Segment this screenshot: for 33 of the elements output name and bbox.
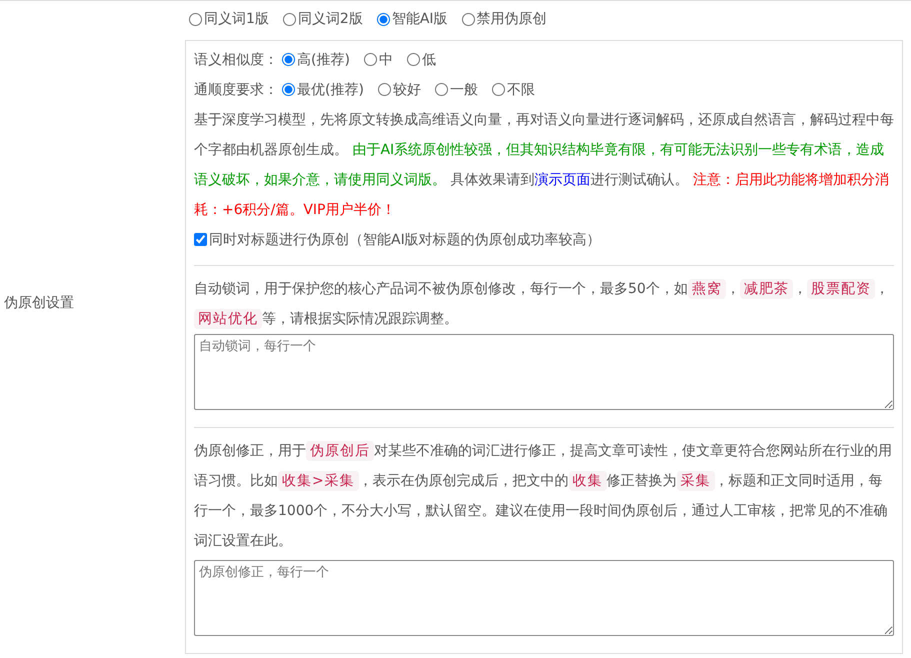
- checkbox-label[interactable]: 同时对标题进行伪原创（智能AI版对标题的伪原创成功率较高）: [209, 224, 601, 254]
- radio-button[interactable]: [189, 12, 202, 26]
- ai-description: 基于深度学习模型，先将原文转换成高维语义向量，再对语义向量进行逐词解码，还原成自然语言，解码过程中每个字都由机器原创生成。 由于AI系统原创性较强，但其知识结构毕竟有限，有可能无法识别一些专有术语，造成语义破坏，如果介意，请使用同义词版。 具体效果请到演示页面进行测试确认。 注意：启用此功能将增加积分消耗：+6积分/篇。VIP用户半价！: [194, 110, 894, 220]
- lock-words-description: 自动锁词，用于保护您的核心产品词不被伪原创修改，每行一个，最多50个，如 燕窝 ， 减肥茶 ， 股票配资 ， 网站优化 等，请根据实际情况跟踪调整。: [194, 278, 890, 330]
- section-label: 伪原创设置: [3, 294, 74, 313]
- radio-button[interactable]: [462, 12, 475, 26]
- option-label[interactable]: 中: [378, 44, 393, 74]
- radio-button[interactable]: [282, 53, 295, 66]
- demo-page-link[interactable]: 演示页面: [534, 172, 590, 188]
- option-label[interactable]: 智能AI版: [392, 9, 448, 29]
- option-label[interactable]: 不限: [506, 74, 535, 104]
- radio-button[interactable]: [406, 53, 420, 66]
- title-checkbox[interactable]: [194, 233, 207, 246]
- option-label[interactable]: 较好: [392, 74, 421, 104]
- setting-label: 通顺度要求：: [194, 80, 278, 100]
- option-label[interactable]: 同义词1版: [204, 9, 269, 29]
- option-label[interactable]: 最优(推荐): [297, 74, 364, 104]
- radio-button[interactable]: [376, 12, 390, 26]
- option-label[interactable]: 一般: [450, 74, 478, 104]
- setting-label: 语义相似度：: [194, 50, 278, 70]
- radio-button[interactable]: [378, 83, 391, 96]
- radio-button[interactable]: [434, 83, 448, 96]
- option-label[interactable]: 低: [422, 44, 436, 74]
- correction-field[interactable]: 伪原创修正，每行一个: [194, 560, 894, 636]
- option-label[interactable]: 禁用伪原创: [476, 9, 547, 29]
- radio-button[interactable]: [492, 83, 505, 96]
- radio-button[interactable]: [282, 12, 296, 26]
- correction-description: 伪原创修正，用于 伪原创后 对某些不准确的词汇进行修正，提高文章可读性，使文章更符合您网站所在行业的用语习惯。比如 收集>采集 ，表示在伪原创完成后，把文中的 收集 修正替换为 采集 ，标题和正文同时适用，每行一个，最多1000个，不分大小写，默认留空。建议在使用一段时间伪原创后，通过人工审核，把常见的不准确词汇设置在此。: [194, 440, 893, 550]
- radio-button[interactable]: [364, 53, 377, 66]
- option-label[interactable]: 高(推荐): [297, 44, 350, 74]
- option-label[interactable]: 同义词2版: [298, 9, 363, 29]
- lock-words-field[interactable]: 自动锁词，每行一个: [194, 334, 894, 410]
- radio-button[interactable]: [282, 83, 295, 96]
